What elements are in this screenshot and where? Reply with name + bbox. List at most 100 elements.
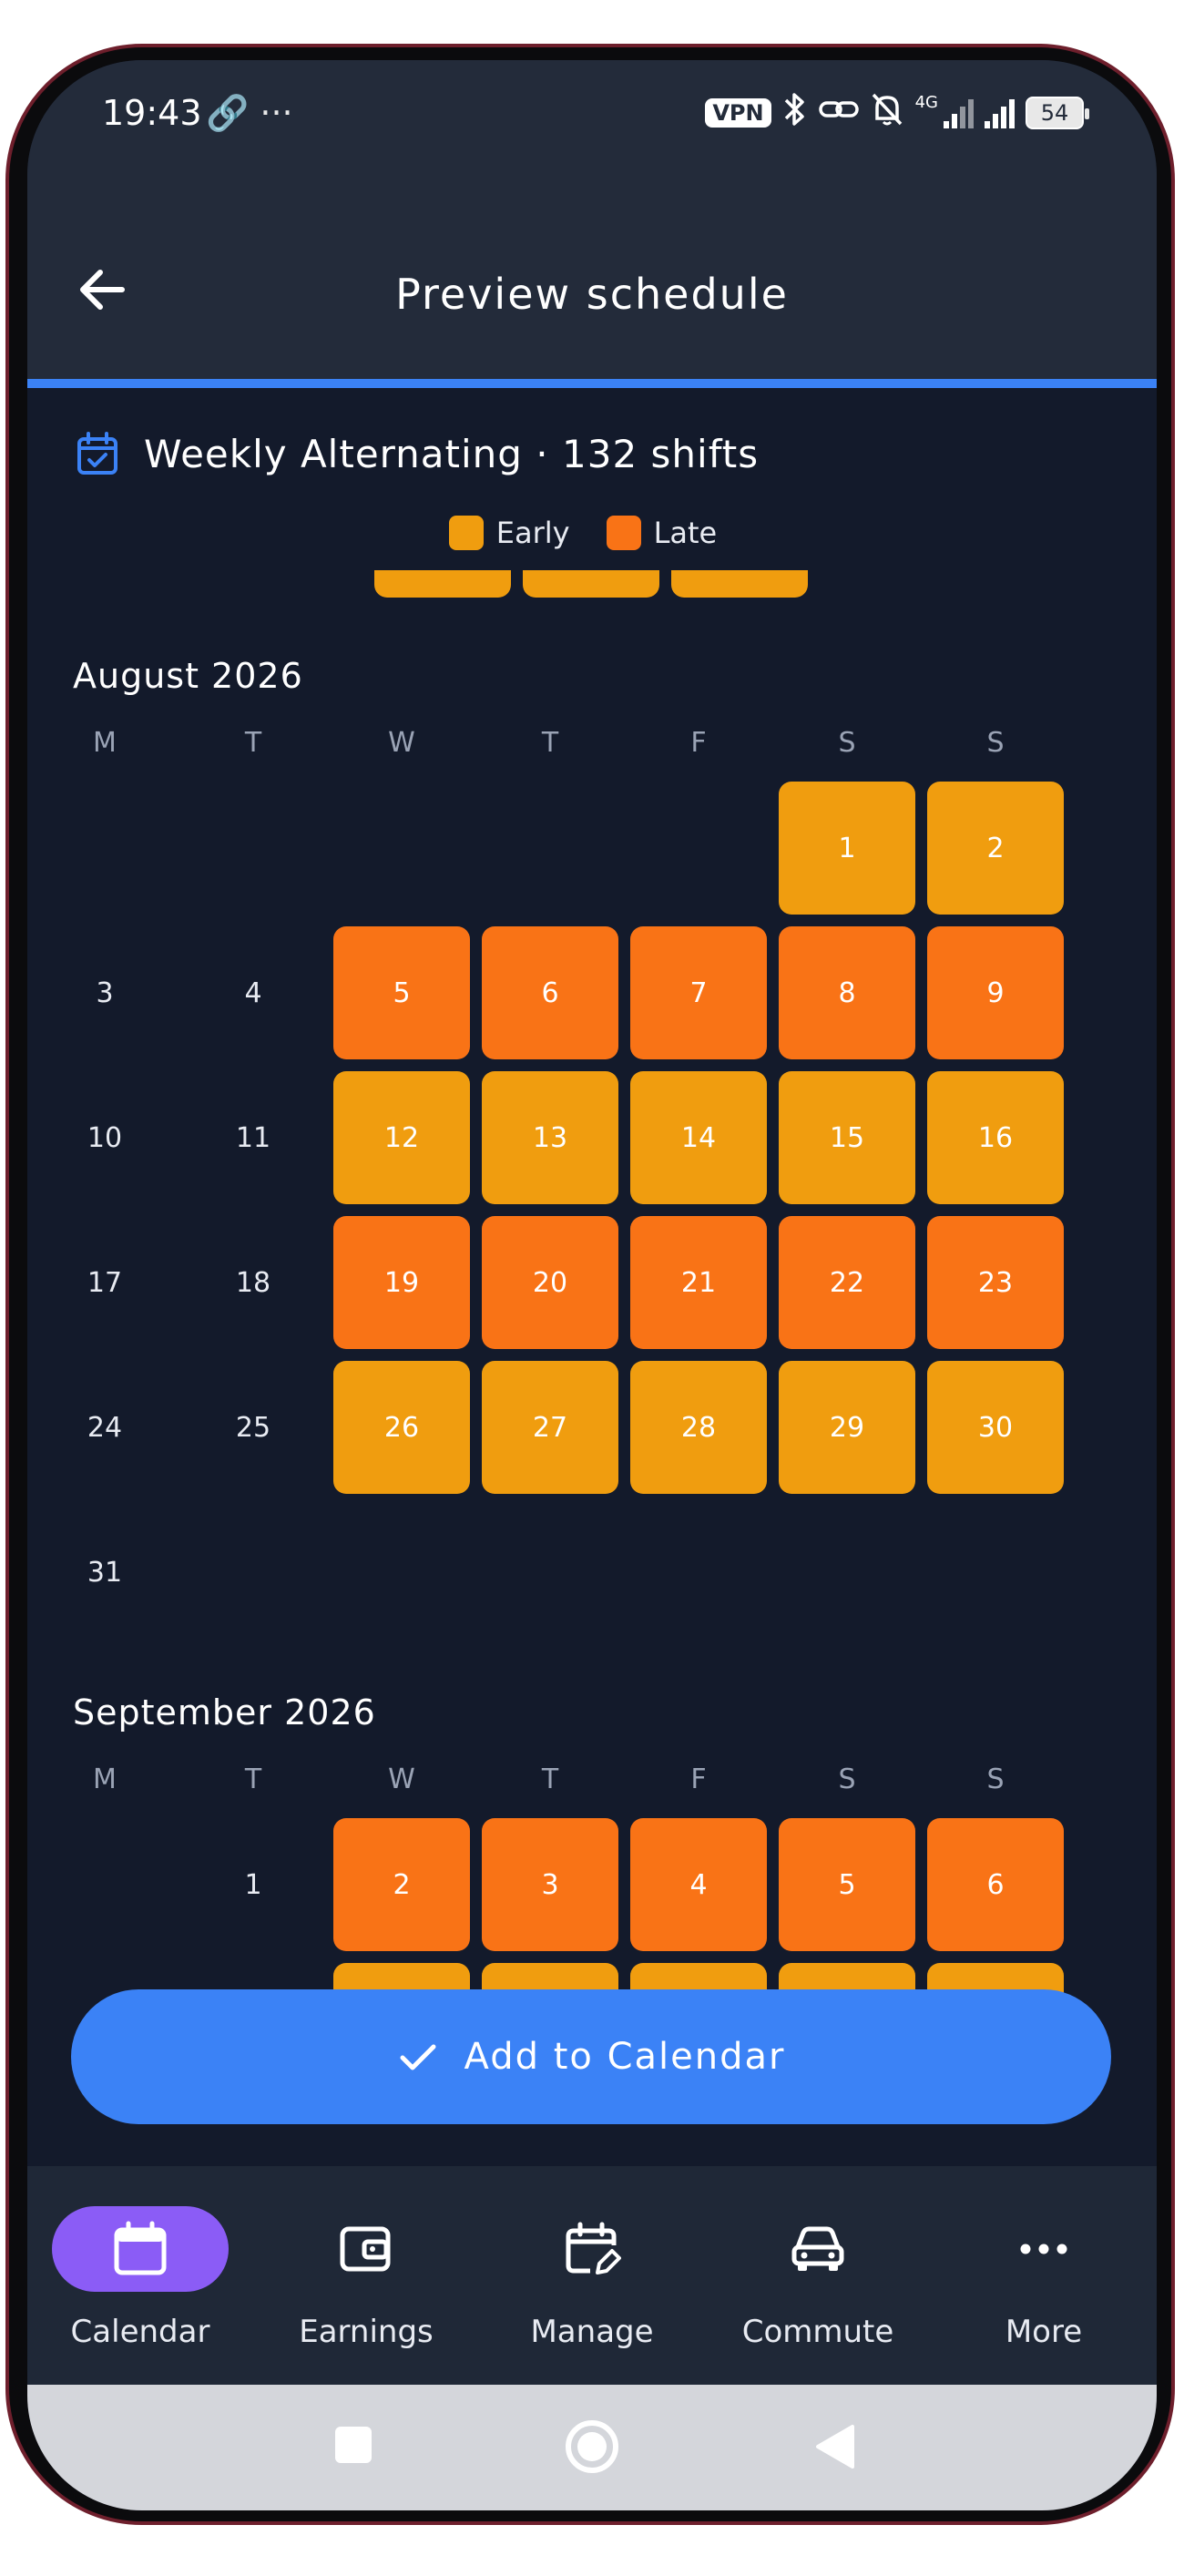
- schedule-summary: Weekly Alternating · 132 shifts: [75, 428, 759, 479]
- day-cell-early[interactable]: 1: [779, 782, 915, 915]
- day-cell[interactable]: 25: [185, 1361, 322, 1494]
- day-cell-early[interactable]: 14: [630, 1071, 767, 1204]
- day-cell[interactable]: 24: [36, 1361, 173, 1494]
- day-cell[interactable]: 3: [36, 926, 173, 1059]
- summary-text: Weekly Alternating · 132 shifts: [144, 431, 760, 476]
- day-cell-late[interactable]: 7: [630, 926, 767, 1059]
- day-cell-early[interactable]: 12: [333, 1071, 470, 1204]
- car-icon: [791, 2226, 844, 2271]
- legend-item: Early: [448, 516, 570, 550]
- day-cell-late[interactable]: 2: [333, 1818, 470, 1951]
- day-cell[interactable]: 10: [36, 1071, 173, 1204]
- day-cell[interactable]: 4: [185, 926, 322, 1059]
- day-cell-late[interactable]: 5: [333, 926, 470, 1059]
- app-screen: 19:43 🔗 ··· VPN 4G 54 Preview schedule W…: [27, 60, 1157, 2510]
- legend-label: Early: [495, 516, 570, 550]
- day-cell-early[interactable]: 28: [630, 1361, 767, 1494]
- weekday-label: T: [541, 1763, 559, 1795]
- day-cell[interactable]: 31: [36, 1506, 173, 1639]
- legend-swatch: [448, 516, 484, 550]
- nav-manage[interactable]: Manage: [501, 2166, 683, 2385]
- day-cell-late[interactable]: 23: [927, 1216, 1064, 1349]
- link-icon: [818, 96, 859, 130]
- nav-earnings[interactable]: Earnings: [275, 2166, 457, 2385]
- day-cell-late[interactable]: 9: [927, 926, 1064, 1059]
- home-button[interactable]: [563, 2418, 621, 2479]
- recents-button[interactable]: [332, 2423, 375, 2470]
- day-cell-early[interactable]: 2: [927, 782, 1064, 915]
- status-bar: 19:43 🔗 ··· VPN 4G 54: [27, 60, 1157, 179]
- weekday-label: W: [388, 1763, 415, 1795]
- month-title: August 2026: [73, 656, 303, 696]
- bell-off-icon: [870, 91, 904, 135]
- day-cell-late[interactable]: 3: [482, 1818, 618, 1951]
- day-cell-early[interactable]: 13: [482, 1071, 618, 1204]
- app-header: Preview schedule: [27, 179, 1157, 383]
- nav-icon-container: [504, 2206, 680, 2292]
- day-cell-early[interactable]: 27: [482, 1361, 618, 1494]
- more-icon: [1020, 2244, 1067, 2254]
- nav-calendar[interactable]: Calendar: [49, 2166, 231, 2385]
- weekday-label: S: [838, 1763, 856, 1795]
- header-accent-line: [27, 379, 1157, 388]
- add-to-calendar-button[interactable]: Add to Calendar: [71, 1989, 1111, 2124]
- day-cell-late[interactable]: 21: [630, 1216, 767, 1349]
- battery-icon: 54: [1026, 97, 1089, 129]
- nav-label-manage: Manage: [530, 2314, 654, 2350]
- status-notification-icons: 🔗 ···: [206, 93, 293, 133]
- calendar-scroll-area[interactable]: August 2026 M T W T F S S 1 2 3 4 5 6 7 8 9 10 11 12 13 14 15 1…: [27, 570, 1157, 2024]
- page-title: Preview schedule: [395, 270, 789, 319]
- weekday-label: T: [244, 727, 262, 759]
- day-cell-late[interactable]: 19: [333, 1216, 470, 1349]
- nav-label-calendar: Calendar: [70, 2314, 210, 2350]
- day-cell[interactable]: 17: [36, 1216, 173, 1349]
- circle-icon: [566, 2420, 618, 2473]
- weekday-label: M: [93, 727, 117, 759]
- weekday-label: T: [244, 1763, 262, 1795]
- day-cell[interactable]: 18: [185, 1216, 322, 1349]
- legend-label: Late: [653, 516, 718, 550]
- day-cell-late[interactable]: 5: [779, 1818, 915, 1951]
- nav-label-commute: Commute: [741, 2314, 894, 2350]
- vpn-badge: VPN: [705, 98, 771, 128]
- month-title: September 2026: [73, 1692, 376, 1733]
- legend-item: Late: [606, 516, 718, 550]
- weekday-label: S: [838, 727, 856, 759]
- weekday-label: F: [690, 1763, 707, 1795]
- previous-day-cell[interactable]: [523, 570, 659, 598]
- day-cell[interactable]: 1: [185, 1818, 322, 1951]
- day-cell-early[interactable]: 15: [779, 1071, 915, 1204]
- wallet-icon: [340, 2226, 391, 2272]
- weekday-label: S: [986, 1763, 1005, 1795]
- day-cell-late[interactable]: 6: [927, 1818, 1064, 1951]
- day-cell-late[interactable]: 6: [482, 926, 618, 1059]
- day-cell-late[interactable]: 8: [779, 926, 915, 1059]
- day-cell-early[interactable]: 16: [927, 1071, 1064, 1204]
- nav-icon-container: [730, 2206, 906, 2292]
- nav-icon-container: [278, 2206, 454, 2292]
- network-type: 4G: [914, 93, 938, 112]
- day-cell-early[interactable]: 29: [779, 1361, 915, 1494]
- back-nav-button[interactable]: [812, 2423, 856, 2474]
- day-cell-late[interactable]: 20: [482, 1216, 618, 1349]
- day-cell[interactable]: 11: [185, 1071, 322, 1204]
- nav-active-indicator: [52, 2206, 229, 2292]
- nav-commute[interactable]: Commute: [727, 2166, 909, 2385]
- previous-day-cell[interactable]: [671, 570, 808, 598]
- day-cell-late[interactable]: 22: [779, 1216, 915, 1349]
- previous-day-cell[interactable]: [374, 570, 511, 598]
- weekday-header: MTWTFSS: [27, 1763, 1157, 1800]
- shift-legend: Early Late: [27, 516, 1157, 550]
- day-cell-late[interactable]: 4: [630, 1818, 767, 1951]
- status-time: 19:43: [102, 93, 202, 133]
- status-icons: VPN 4G 54: [705, 91, 1089, 135]
- nav-label-more: More: [1005, 2314, 1083, 2350]
- calendar-check-icon: [77, 432, 117, 475]
- system-navigation-bar: [27, 2385, 1157, 2510]
- day-cell-early[interactable]: 26: [333, 1361, 470, 1494]
- nav-more[interactable]: More: [953, 2166, 1135, 2385]
- signal-icon: [944, 97, 974, 128]
- signal-icon-2: [985, 97, 1015, 128]
- square-icon: [335, 2427, 372, 2463]
- day-cell-early[interactable]: 30: [927, 1361, 1064, 1494]
